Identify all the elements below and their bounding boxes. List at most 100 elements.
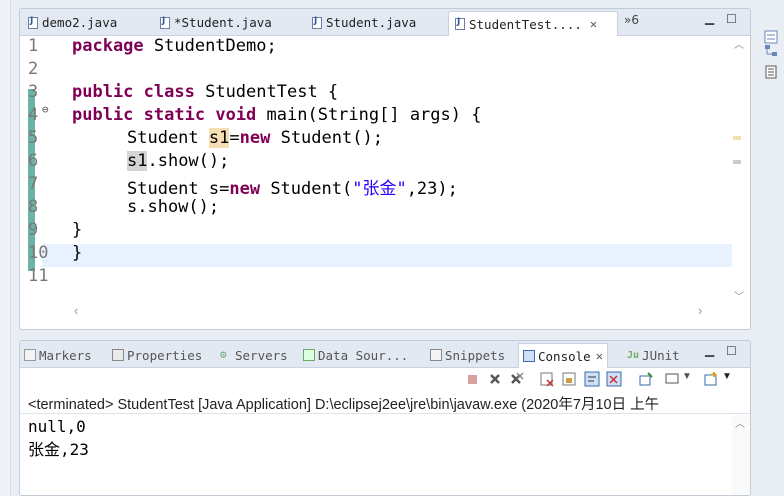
occurrence-highlight: s1 [208, 128, 230, 148]
tab-label: Data Sour... [318, 347, 409, 363]
servers-icon: ⚙ [220, 348, 227, 361]
hierarchy-icon[interactable] [764, 44, 778, 58]
divider [20, 413, 750, 414]
editor-tab-bar: demo2.java *Student.java Student.java St… [20, 9, 750, 36]
chevron-down-icon[interactable]: ▼ [722, 371, 732, 382]
console-panel: Markers Properties ⚙ Servers Data Sour..… [19, 340, 751, 496]
code-text: Student s= [127, 179, 230, 199]
tab-label: demo2.java [42, 15, 118, 30]
scroll-right-icon[interactable]: › [698, 303, 702, 318]
display-selected-console-icon[interactable] [664, 371, 680, 387]
tab-markers[interactable]: Markers [24, 345, 92, 365]
code-line: 2 [20, 59, 732, 82]
tab-servers[interactable]: ⚙ Servers [220, 345, 288, 365]
word-wrap-icon[interactable] [584, 371, 600, 387]
code-text: } [72, 243, 83, 263]
code-line: 6 s1.show(); [20, 151, 732, 174]
overview-marker[interactable] [733, 136, 741, 140]
remove-all-terminated-icon[interactable] [509, 371, 525, 387]
tab-properties[interactable]: Properties [112, 345, 202, 365]
code-line: 7 Student s=new Student("张金",23); [20, 174, 732, 199]
line-number: 7 [28, 174, 39, 194]
minimize-icon[interactable]: ▁ [705, 11, 714, 25]
output-line: 张金,23 [28, 440, 89, 459]
vertical-scrollbar[interactable]: ︿ ﹀ [732, 36, 750, 311]
console-tab-bar: Markers Properties ⚙ Servers Data Sour..… [20, 341, 750, 368]
task-list-icon[interactable] [764, 65, 778, 79]
close-icon[interactable]: ✕ [596, 349, 603, 363]
chevron-down-icon[interactable]: ▼ [682, 371, 692, 382]
tab-console[interactable]: Console ✕ [518, 343, 608, 368]
editor-panel: demo2.java *Student.java Student.java St… [19, 8, 751, 330]
keyword: static [143, 105, 206, 125]
tab-label: Markers [39, 347, 92, 363]
open-console-icon[interactable] [703, 371, 719, 387]
database-icon [303, 349, 315, 361]
overview-marker[interactable] [733, 160, 741, 164]
outline-icon[interactable] [764, 30, 778, 44]
keyword: new [229, 179, 261, 199]
tab-label: JUnit [642, 347, 680, 363]
line-number: 2 [28, 59, 39, 79]
code-line: 4 ⊖ public static void main(String[] arg… [20, 103, 732, 128]
tab-junit[interactable]: Ju JUnit [627, 345, 680, 365]
properties-icon [112, 349, 124, 361]
show-console-on-output-icon[interactable] [606, 371, 622, 387]
code-line: 11 [20, 266, 732, 289]
code-text: } [72, 220, 83, 240]
scroll-lock-icon[interactable] [561, 371, 577, 387]
tab-label: Servers [235, 347, 288, 363]
output-line: null,0 [28, 417, 86, 436]
keyword: package [72, 36, 144, 56]
code-text: ,23); [406, 179, 458, 199]
scroll-down-icon[interactable]: ﹀ [734, 288, 744, 303]
console-icon [523, 350, 535, 362]
tab-label: Student.java [326, 15, 417, 30]
code-line: 3 public class StudentTest { [20, 82, 732, 105]
scroll-up-icon[interactable]: ︿ [735, 415, 745, 430]
code-editor[interactable]: 1 package StudentDemo; 2 3 public class … [20, 36, 732, 298]
console-output[interactable]: null,0 张金,23 [28, 415, 89, 461]
terminate-icon[interactable] [464, 371, 480, 387]
line-number: 11 [28, 266, 49, 286]
line-number: 8 [28, 197, 39, 217]
java-file-icon [312, 16, 322, 29]
scroll-left-icon[interactable]: ‹ [74, 303, 78, 318]
occurrence-highlight: s1 [127, 151, 148, 171]
code-line: 10 } [20, 243, 732, 266]
code-line: 1 package StudentDemo; [20, 36, 732, 59]
keyword: new [239, 128, 271, 148]
tab-demo2-java[interactable]: demo2.java [22, 11, 123, 34]
tab-label: StudentTest.... [469, 16, 582, 32]
vertical-scrollbar[interactable]: ︿ [732, 415, 750, 495]
scroll-up-icon[interactable]: ︿ [734, 36, 744, 51]
line-number: 3 [28, 82, 39, 102]
markers-icon [24, 349, 36, 361]
code-line: 5 Student s1=new Student(); [20, 128, 732, 151]
keyword: public [72, 105, 134, 125]
tab-snippets[interactable]: Snippets [430, 345, 505, 365]
keyword: void [215, 105, 257, 125]
close-icon[interactable]: ✕ [590, 17, 597, 31]
tab-label: Snippets [445, 347, 506, 363]
left-edge-panel [0, 0, 11, 496]
maximize-icon[interactable]: ☐ [726, 12, 737, 26]
fold-collapse-icon[interactable]: ⊖ [42, 103, 49, 116]
remove-launch-icon[interactable] [487, 371, 503, 387]
tab-overflow-button[interactable]: »6 [624, 13, 639, 27]
tab-student-java-modified[interactable]: *Student.java [154, 11, 278, 34]
maximize-icon[interactable]: ☐ [726, 344, 737, 358]
line-number: 1 [28, 36, 39, 56]
tab-student-java[interactable]: Student.java [306, 11, 422, 34]
minimize-icon[interactable]: ▁ [705, 343, 714, 357]
code-text: main(String[] args) { [256, 105, 482, 125]
code-text: = [229, 128, 240, 148]
tab-data-source-explorer[interactable]: Data Sour... [303, 345, 408, 365]
line-number: 10 [28, 243, 49, 263]
tab-studenttest-java[interactable]: StudentTest.... ✕ [448, 11, 618, 36]
horizontal-scrollbar[interactable]: ‹ › [20, 303, 732, 322]
code-line: 8 s.show(); [20, 197, 732, 220]
pin-console-icon[interactable] [638, 371, 654, 387]
clear-console-icon[interactable] [539, 371, 555, 387]
code-line: 9 } [20, 220, 732, 243]
